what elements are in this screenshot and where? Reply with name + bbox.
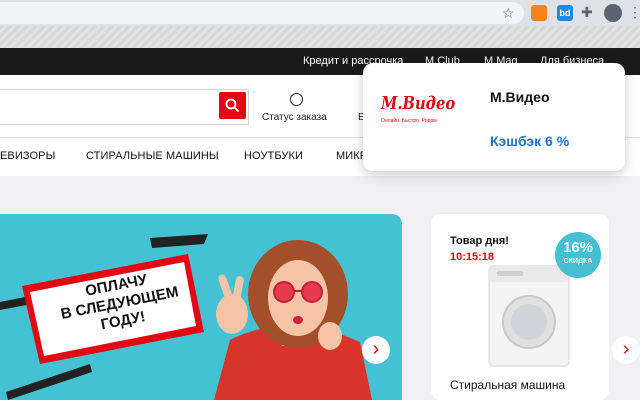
- address-bar[interactable]: [0, 2, 524, 24]
- nav-item-tv[interactable]: ЕВИЗОРЫ: [0, 150, 55, 162]
- discount-badge: 16% СКИДКА: [555, 232, 601, 278]
- discount-label: СКИДКА: [563, 258, 593, 265]
- deal-timer: 10:15:18: [450, 251, 495, 263]
- blurred-strip: [0, 26, 640, 48]
- nav-item-laptops[interactable]: НОУТБУКИ: [244, 150, 303, 162]
- profile-avatar[interactable]: [604, 4, 622, 22]
- popup-cashback-rate[interactable]: Кэшбэк 6 %: [490, 133, 569, 149]
- product-name[interactable]: Стиральная машина: [450, 376, 610, 394]
- logo-text: М.Видео: [381, 93, 456, 114]
- order-status-link[interactable]: Статус заказа: [262, 112, 327, 123]
- bookmark-star-icon[interactable]: ☆: [502, 4, 515, 22]
- deal-next-button[interactable]: ›: [612, 336, 640, 364]
- nav-item-washing-machines[interactable]: СТИРАЛЬНЫЕ МАШИНЫ: [86, 150, 219, 162]
- logo-tagline: Онлайн. Быстро. Рядом.: [381, 118, 439, 124]
- bd-extension-icon[interactable]: bd: [557, 5, 573, 21]
- search-input[interactable]: [0, 89, 249, 125]
- discount-percent: 16%: [562, 239, 594, 256]
- fox-extension-icon[interactable]: [531, 5, 547, 21]
- search-button[interactable]: [219, 92, 246, 119]
- popup-store-name: М.Видео: [490, 89, 550, 105]
- mvideo-logo: М.Видео Онлайн. Быстро. Рядом.: [381, 92, 459, 138]
- clock-icon[interactable]: [290, 93, 303, 106]
- promo-banner[interactable]: ОПЛАЧУ В СЛЕДУЮЩЕМ ГОДУ!: [0, 214, 402, 400]
- search-icon: [225, 98, 239, 112]
- browser-menu-icon[interactable]: ⋮: [628, 4, 640, 21]
- extensions-puzzle-icon[interactable]: ✚: [581, 4, 593, 21]
- banner-next-button[interactable]: ›: [362, 336, 390, 364]
- deal-title: Товар дня!: [450, 235, 509, 247]
